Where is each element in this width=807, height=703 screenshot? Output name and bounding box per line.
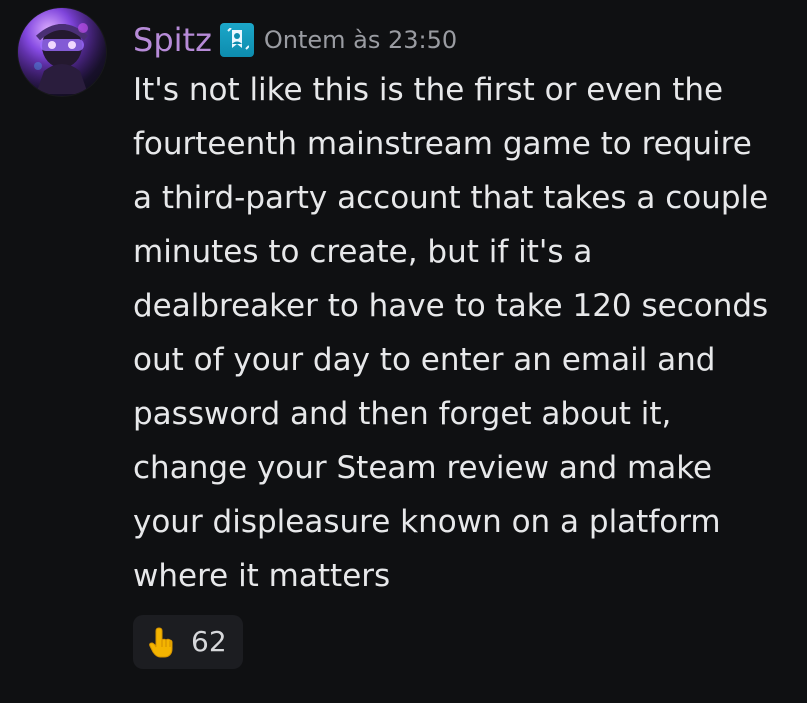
username[interactable]: Spitz	[133, 20, 212, 60]
avatar-icon	[18, 8, 106, 96]
message-line: minutes to create, but if it's a	[133, 234, 593, 270]
message-line: out of your day to enter an email and	[133, 342, 716, 378]
reaction-button[interactable]: 62	[133, 615, 243, 669]
point-down-hand-icon	[147, 626, 175, 658]
chat-message: Spitz Ontem às 23:50 It's not like this …	[0, 0, 807, 703]
message-line: fourteenth mainstream game to require	[133, 126, 752, 162]
message-timestamp: Ontem às 23:50	[263, 26, 458, 54]
message-header: Spitz Ontem às 23:50	[133, 18, 457, 62]
message-line: your displeasure known on a platform	[133, 504, 721, 540]
message-line: where it matters	[133, 558, 391, 594]
message-line: change your Steam review and make	[133, 450, 713, 486]
reaction-count: 62	[191, 625, 227, 658]
message-line: password and then forget about it,	[133, 396, 672, 432]
bookmark-person-icon	[219, 23, 254, 57]
message-line: It's not like this is the first or even …	[133, 72, 724, 108]
avatar[interactable]	[18, 8, 106, 96]
message-line: dealbreaker to have to take 120 seconds	[133, 288, 769, 324]
message-body: It's not like this is the first or even …	[133, 63, 805, 603]
message-line: a third-party account that takes a coupl…	[133, 180, 769, 216]
